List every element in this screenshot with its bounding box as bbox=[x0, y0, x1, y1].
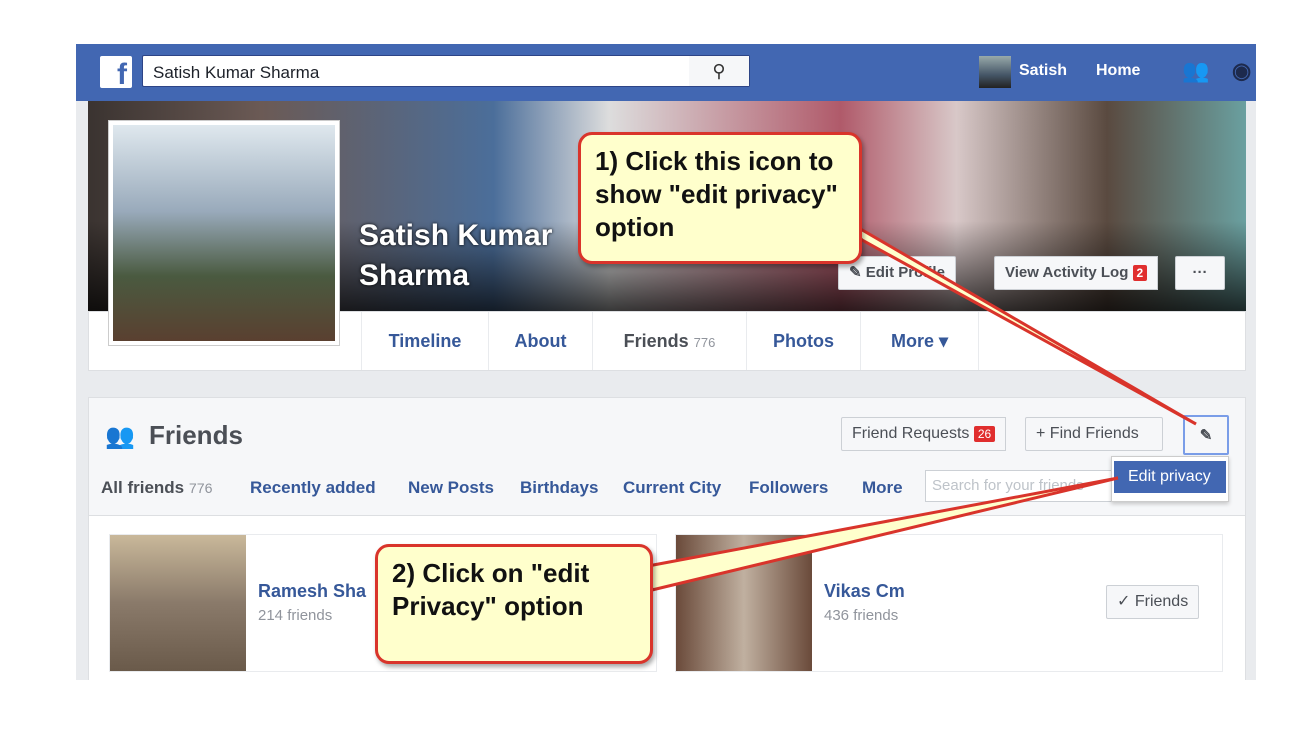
annotation-arrows bbox=[646, 218, 1197, 592]
callout-step-one: 1) Click this icon to show "edit privacy… bbox=[578, 132, 862, 264]
arrow-two bbox=[646, 476, 1119, 592]
arrow-one bbox=[843, 218, 1197, 426]
callout-step-two: 2) Click on "edit Privacy" option bbox=[375, 544, 653, 664]
